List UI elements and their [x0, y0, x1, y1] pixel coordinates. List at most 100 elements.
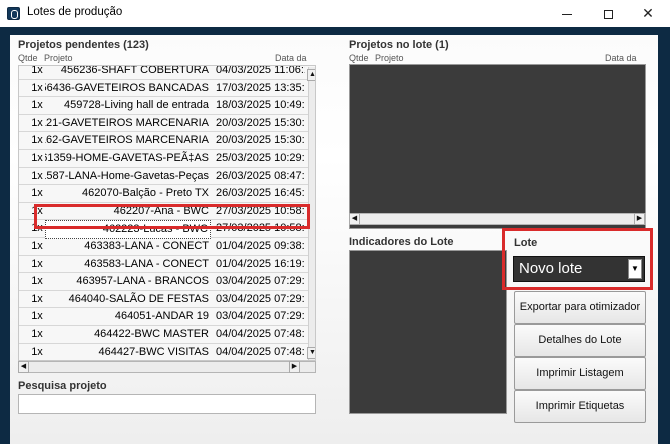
- main-panel: Projetos pendentes (123) Qtde Projeto Da…: [10, 35, 658, 444]
- table-row[interactable]: 1x 464427-BWC VISITAS 04/04/2025 07:48:: [19, 344, 315, 360]
- row-project: 464427-BWC VISITAS: [45, 344, 211, 360]
- row-qty: 1x: [31, 187, 43, 200]
- row-date: 04/04/2025 07:48:: [216, 345, 305, 358]
- row-project: 461587-LANA-Home-Gavetas-Peças: [45, 168, 211, 185]
- pending-projects-title: Projetos pendentes (123): [18, 39, 149, 51]
- row-project: 456436-GAVETEIROS BANCADAS: [45, 80, 211, 97]
- table-row[interactable]: 1x 462070-Balção - Preto TX 26/03/2025 16:…: [19, 185, 315, 203]
- row-qty: 1x: [31, 99, 43, 112]
- table-row[interactable]: 1x 464040-SALÃO DE FESTAS 03/04/2025 07:29…: [19, 291, 315, 309]
- pending-col-project[interactable]: Projeto: [44, 53, 73, 63]
- table-row[interactable]: 1x 462207-Ana - BWC 27/03/2025 10:58:: [19, 203, 315, 221]
- row-project: 463583-LANA - CONECT: [45, 256, 211, 273]
- maximize-button[interactable]: [588, 0, 628, 26]
- lote-label: Lote: [514, 237, 538, 249]
- pending-col-date[interactable]: Data da: [275, 53, 307, 63]
- lot-horizontal-scrollbar[interactable]: ◀ ▶: [349, 213, 646, 225]
- row-project: 462223-Lucas - BWC: [45, 220, 211, 240]
- row-project: 464051-ANDAR 19: [45, 308, 211, 325]
- row-date: 01/04/2025 09:38:: [216, 240, 305, 252]
- print-list-button[interactable]: Imprimir Listagem: [514, 357, 646, 390]
- search-label: Pesquisa projeto: [18, 380, 107, 392]
- row-project: 462207-Ana - BWC: [45, 203, 211, 220]
- row-qty: 1x: [31, 116, 43, 129]
- row-project: 461359-HOME-GAVETAS-PEÃ‡AS: [45, 150, 211, 167]
- lote-selected-value: Novo lote: [519, 260, 583, 277]
- lote-select[interactable]: Novo lote ▼: [513, 256, 645, 282]
- row-project-text: 461121-GAVETEIROS MARCENARIA: [45, 116, 209, 129]
- row-date: 26/03/2025 08:47:: [216, 169, 305, 182]
- scroll-left-icon[interactable]: ◀: [349, 213, 360, 225]
- lot-indicators-panel: [349, 250, 507, 414]
- title-bar: Lotes de produção ✕: [0, 0, 670, 27]
- row-date: 27/03/2025 10:58:: [216, 204, 305, 217]
- row-qty: 1x: [31, 292, 43, 305]
- row-date: 20/03/2025 15:30:3: [216, 116, 305, 129]
- minimize-icon: [562, 13, 572, 15]
- table-row[interactable]: 1x 463383-LANA - CONECT 01/04/2025 09:38:: [19, 238, 315, 256]
- indicators-title: Indicadores do Lote: [349, 236, 454, 248]
- chevron-down-icon[interactable]: ▼: [628, 259, 642, 279]
- table-row[interactable]: 1x 459728-Living hall de entrada 18/03/202…: [19, 97, 315, 115]
- scroll-right-icon[interactable]: ▶: [289, 361, 300, 373]
- row-date: 25/03/2025 10:29:: [216, 152, 305, 164]
- row-project-text: 459728-Living hall de entrada: [64, 99, 209, 112]
- row-project-text: 461587-LANA-Home-Gavetas-Peças: [45, 169, 209, 182]
- scroll-right-icon[interactable]: ▶: [634, 213, 645, 225]
- row-date: 18/03/2025 10:49:0: [216, 99, 305, 112]
- table-row[interactable]: 1x 461587-LANA-Home-Gavetas-Peças 26/03/20…: [19, 168, 315, 186]
- row-project-text: 463957-LANA - BRANCOS: [76, 275, 209, 288]
- lot-col-qty[interactable]: Qtde: [349, 53, 369, 63]
- pending-horizontal-scrollbar[interactable]: ◀ ▶: [18, 361, 316, 373]
- table-row[interactable]: 1x 462223-Lucas - BWC 27/03/2025 10:58:3: [19, 220, 315, 240]
- app-icon: [7, 7, 20, 20]
- table-row[interactable]: 1x 464422-BWC MASTER 04/04/2025 07:48:: [19, 326, 315, 344]
- row-project-text: 464040-SALÃO DE FESTAS: [68, 292, 209, 305]
- close-button[interactable]: ✕: [628, 0, 668, 26]
- lot-projects-grid[interactable]: [349, 64, 646, 229]
- row-project-text: 464051-ANDAR 19: [114, 310, 209, 323]
- table-row[interactable]: 1x 456436-GAVETEIROS BANCADAS 17/03/2025 1…: [19, 80, 315, 98]
- table-row[interactable]: 1x 463583-LANA - CONECT 01/04/2025 16:19:: [19, 256, 315, 274]
- export-optimizer-button[interactable]: Exportar para otimizador: [514, 291, 646, 324]
- lot-details-button[interactable]: Detalhes do Lote: [514, 324, 646, 357]
- pending-col-qty[interactable]: Qtde: [18, 53, 38, 63]
- row-project: 463383-LANA - CONECT: [45, 238, 211, 255]
- scroll-down-icon[interactable]: ▼: [307, 347, 315, 359]
- row-date: 20/03/2025 15:30:3: [216, 134, 305, 147]
- print-labels-button[interactable]: Imprimir Etiquetas: [514, 390, 646, 423]
- lot-col-date[interactable]: Data da: [605, 53, 637, 63]
- scroll-up-icon[interactable]: ▲: [307, 69, 315, 81]
- row-qty: 1x: [31, 65, 43, 76]
- lot-projects-title: Projetos no lote (1): [349, 39, 449, 51]
- row-date: 27/03/2025 10:58:3: [216, 222, 305, 235]
- row-project-text: 461359-HOME-GAVETAS-PEÃ‡AS: [45, 152, 209, 164]
- row-date: 17/03/2025 13:35:4: [216, 81, 305, 94]
- table-row[interactable]: 1x 456236-SHAFT COBERTURA 04/03/2025 11:06…: [19, 65, 315, 80]
- row-date: 03/04/2025 07:29:0: [216, 292, 305, 305]
- row-qty: 1x: [31, 328, 43, 340]
- row-project-text: 462223-Lucas - BWC: [102, 223, 208, 236]
- table-row[interactable]: 1x461162-GAVETEIROS MARCENARIA 20/03/2025…: [19, 132, 315, 150]
- minimize-button[interactable]: [547, 0, 587, 26]
- row-qty: 1x: [31, 134, 43, 147]
- row-project-text: 464427-BWC VISITAS: [98, 345, 209, 358]
- row-project: 456236-SHAFT COBERTURA: [45, 66, 211, 79]
- row-date: 04/04/2025 07:48:: [216, 328, 305, 340]
- row-project: 462070-Balção - Preto TX: [45, 185, 211, 202]
- table-row[interactable]: 1x461121-GAVETEIROS MARCENARIA 20/03/2025…: [19, 115, 315, 133]
- pending-vertical-scrollbar[interactable]: ▲ ▼: [307, 67, 315, 360]
- row-project-text: 461162-GAVETEIROS MARCENARIA: [45, 134, 209, 147]
- table-row[interactable]: 1x 463957-LANA - BRANCOS 03/04/2025 07:29:…: [19, 273, 315, 291]
- table-row[interactable]: 1x 464051-ANDAR 19 03/04/2025 07:29:0: [19, 308, 315, 326]
- row-project: 464422-BWC MASTER: [45, 326, 211, 343]
- row-project: 464040-SALÃO DE FESTAS: [45, 291, 211, 308]
- table-row[interactable]: 1x 461359-HOME-GAVETAS-PEÃ‡AS 25/03/2025 1…: [19, 150, 315, 168]
- search-project-input[interactable]: [18, 394, 316, 414]
- scroll-left-icon[interactable]: ◀: [18, 361, 29, 373]
- row-date: 03/04/2025 07:29:0: [216, 310, 305, 323]
- window-client: Projetos pendentes (123) Qtde Projeto Da…: [0, 27, 670, 444]
- lot-col-project[interactable]: Projeto: [375, 53, 404, 63]
- pending-projects-grid[interactable]: 1x464446-SUITE VISITAS 004/04/2025 08:37…: [18, 65, 316, 361]
- row-project-text: 463383-LANA - CONECT: [84, 240, 209, 252]
